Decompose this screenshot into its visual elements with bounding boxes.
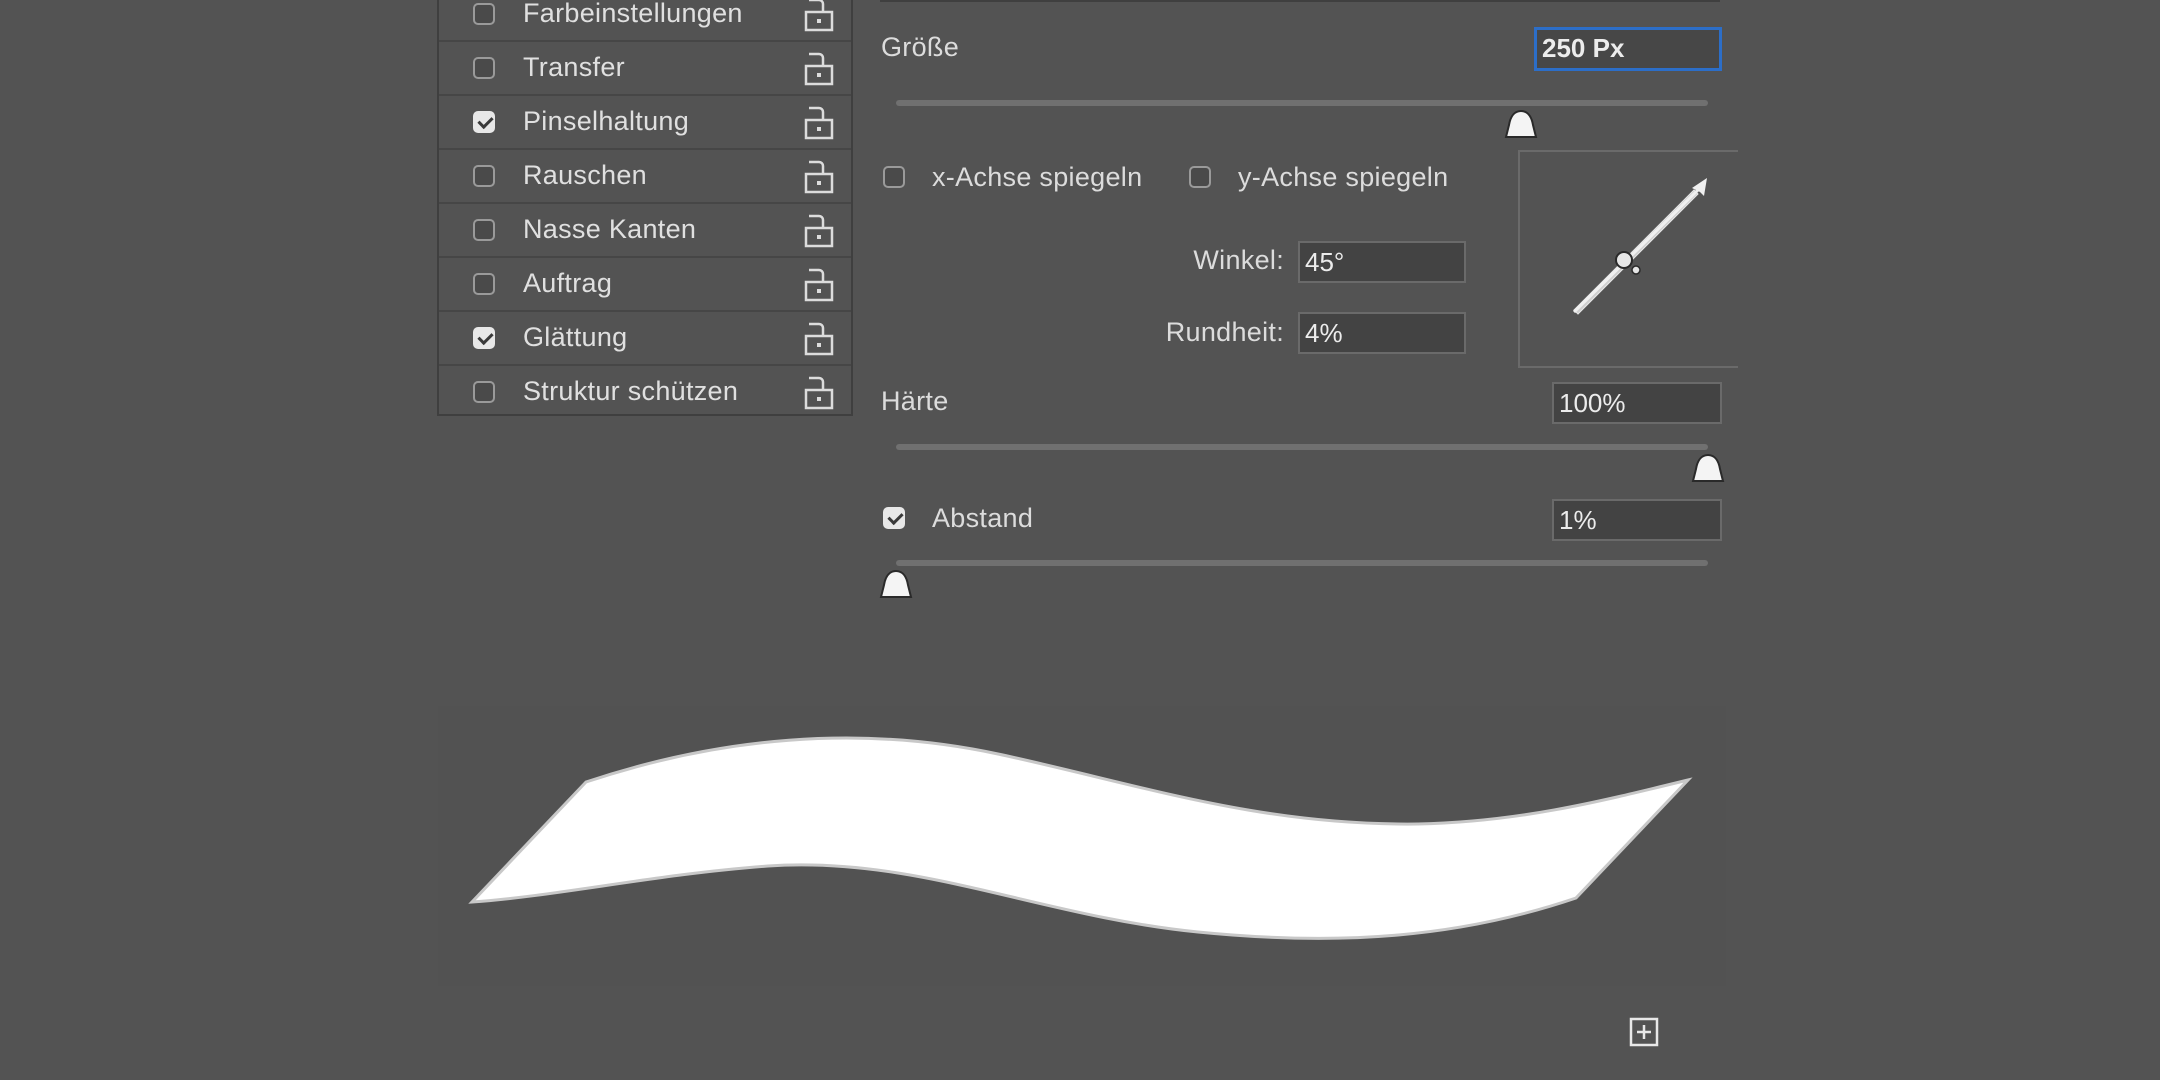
roundness-label: Rundheit: xyxy=(1165,317,1284,347)
unlock-icon[interactable] xyxy=(803,0,835,32)
angle-input[interactable]: 45° xyxy=(1298,241,1466,283)
option-checkbox[interactable] xyxy=(473,3,495,25)
option-checkbox[interactable] xyxy=(473,165,495,187)
roundness-input[interactable]: 4% xyxy=(1298,312,1466,354)
option-row-glaettung[interactable]: Glättung xyxy=(439,312,851,366)
option-label: Transfer xyxy=(523,52,625,82)
flip-y-label: y-Achse spiegeln xyxy=(1238,162,1449,192)
unlock-icon[interactable] xyxy=(803,104,835,140)
hardness-input[interactable]: 100% xyxy=(1552,382,1722,424)
unlock-icon[interactable] xyxy=(803,212,835,248)
option-label: Nasse Kanten xyxy=(523,214,697,244)
option-label: Auftrag xyxy=(523,268,613,298)
option-label: Rauschen xyxy=(523,160,647,190)
option-label: Pinselhaltung xyxy=(523,106,690,136)
unlock-icon[interactable] xyxy=(803,266,835,302)
spacing-slider-track[interactable] xyxy=(896,560,1708,566)
unlock-icon[interactable] xyxy=(803,320,835,356)
spacing-input[interactable]: 1% xyxy=(1552,499,1722,541)
angle-label: Winkel: xyxy=(1193,245,1284,275)
size-input[interactable]: 250 Px xyxy=(1534,27,1722,71)
hardness-slider-track[interactable] xyxy=(896,444,1708,450)
slider-thumb-icon[interactable] xyxy=(1504,109,1538,139)
option-checkbox[interactable] xyxy=(473,381,495,403)
option-row-transfer[interactable]: Transfer xyxy=(439,42,851,96)
size-slider-track[interactable] xyxy=(896,100,1708,106)
spacing-label: Abstand xyxy=(932,503,1034,533)
top-divider xyxy=(880,0,1720,2)
option-row-auftrag[interactable]: Auftrag xyxy=(439,258,851,312)
option-row-pinselhaltung[interactable]: Pinselhaltung xyxy=(439,96,851,150)
slider-thumb-icon[interactable] xyxy=(1691,453,1725,483)
brush-stroke-preview xyxy=(438,706,1726,986)
unlock-icon[interactable] xyxy=(803,374,835,410)
option-label: Farbeinstellungen xyxy=(523,0,743,28)
option-row-farbeinstellungen[interactable]: Farbeinstellungen xyxy=(439,0,851,42)
slider-thumb-icon[interactable] xyxy=(879,569,913,599)
brush-tip-diagram xyxy=(1572,178,1707,315)
angle-roundness-preview[interactable] xyxy=(1518,150,1738,368)
option-checkbox[interactable] xyxy=(473,219,495,241)
spacing-checkbox[interactable] xyxy=(883,507,905,529)
option-label: Glättung xyxy=(523,322,628,352)
option-row-nasse-kanten[interactable]: Nasse Kanten xyxy=(439,204,851,258)
option-label: Struktur schützen xyxy=(523,376,739,406)
option-row-struktur-schuetzen[interactable]: Struktur schützen xyxy=(439,366,851,420)
unlock-icon[interactable] xyxy=(803,158,835,194)
option-row-rauschen[interactable]: Rauschen xyxy=(439,150,851,204)
new-preset-icon[interactable] xyxy=(1628,1016,1660,1048)
option-checkbox-checked[interactable] xyxy=(473,111,495,133)
unlock-icon[interactable] xyxy=(803,50,835,86)
option-checkbox-checked[interactable] xyxy=(473,327,495,349)
flip-x-label: x-Achse spiegeln xyxy=(932,162,1143,192)
option-checkbox[interactable] xyxy=(473,273,495,295)
hardness-label: Härte xyxy=(881,386,949,416)
size-label: Größe xyxy=(881,32,960,62)
brush-stroke-shape xyxy=(468,736,1693,940)
flip-y-checkbox[interactable] xyxy=(1189,166,1211,188)
flip-x-checkbox[interactable] xyxy=(883,166,905,188)
roundness-handle-icon xyxy=(1615,251,1633,269)
option-checkbox[interactable] xyxy=(473,57,495,79)
brush-options-list: Farbeinstellungen Transfer Pinselhaltung… xyxy=(437,0,853,416)
